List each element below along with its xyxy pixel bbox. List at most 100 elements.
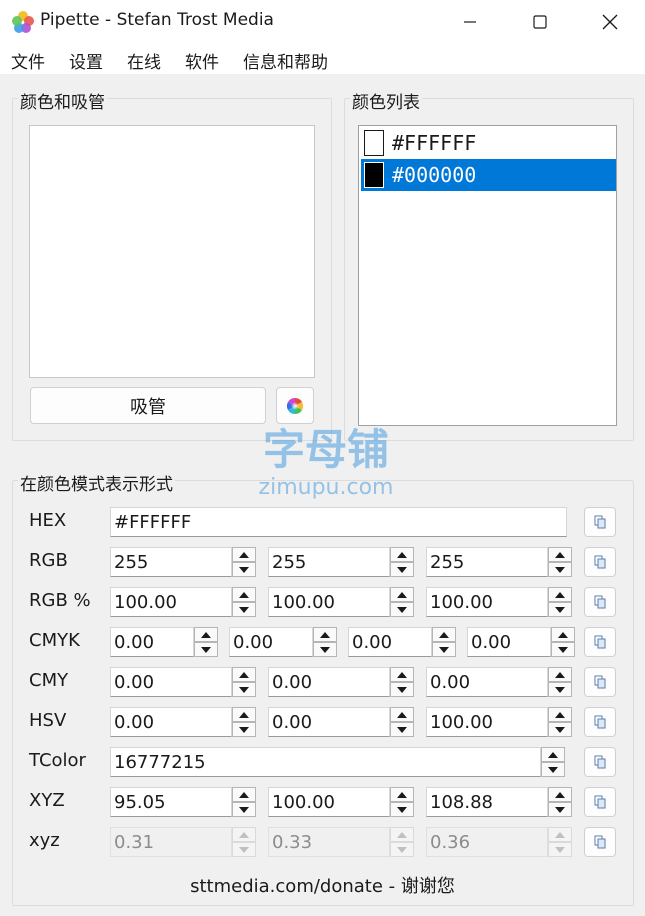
spin-down-button[interactable] — [548, 682, 572, 697]
spin-down-button[interactable] — [390, 682, 414, 697]
cmy-2-input[interactable]: 0.00 — [426, 667, 548, 697]
spin-up-button[interactable] — [541, 747, 565, 762]
hsv-0-input[interactable]: 0.00 — [110, 707, 232, 737]
color-list-item[interactable]: #FFFFFF — [361, 127, 616, 159]
spin-down-button[interactable] — [232, 722, 256, 737]
color-wheel-button[interactable] — [276, 387, 314, 424]
spin-down-button[interactable] — [432, 642, 456, 657]
tcolor-spinner[interactable] — [541, 747, 565, 777]
tcolor-input[interactable]: 16777215 — [110, 747, 541, 777]
cmyk-copy-button[interactable] — [584, 627, 616, 657]
cmy-0-input[interactable]: 0.00 — [110, 667, 232, 697]
spin-up-button[interactable] — [232, 587, 256, 602]
menu-info-help[interactable]: 信息和帮助 — [243, 48, 328, 73]
rgb-1-spinner[interactable] — [390, 547, 414, 577]
spin-down-button[interactable] — [390, 722, 414, 737]
spin-up-button[interactable] — [390, 667, 414, 682]
rgb-percent-2-input[interactable]: 100.00 — [426, 587, 548, 617]
spin-down-button[interactable] — [232, 562, 256, 577]
color-preview[interactable] — [29, 125, 315, 378]
xyz-1-spinner[interactable] — [390, 787, 414, 817]
spin-up-button[interactable] — [548, 667, 572, 682]
spin-down-button[interactable] — [232, 602, 256, 617]
spin-down-button[interactable] — [390, 602, 414, 617]
menu-software[interactable]: 软件 — [185, 48, 219, 73]
hsv-2-spinner[interactable] — [548, 707, 572, 737]
rgb-percent-1-input[interactable]: 100.00 — [268, 587, 390, 617]
cmyk-0-input[interactable]: 0.00 — [110, 627, 194, 657]
xyz-2-spinner[interactable] — [548, 787, 572, 817]
donate-link[interactable]: sttmedia.com/donate - 谢谢您 — [0, 872, 645, 898]
cmy-1-spinner[interactable] — [390, 667, 414, 697]
spin-up-button[interactable] — [551, 627, 575, 642]
rgb-2-input[interactable]: 255 — [426, 547, 548, 577]
cmyk-2-spinner[interactable] — [432, 627, 456, 657]
cmy-copy-button[interactable] — [584, 667, 616, 697]
rgb-0-input[interactable]: 255 — [110, 547, 232, 577]
spin-down-button[interactable] — [548, 722, 572, 737]
maximize-button[interactable] — [505, 0, 575, 44]
menu-online[interactable]: 在线 — [127, 48, 161, 73]
hsv-2-input[interactable]: 100.00 — [426, 707, 548, 737]
spin-down-button[interactable] — [232, 682, 256, 697]
rgb-percent-1-spinner[interactable] — [390, 587, 414, 617]
spin-down-button[interactable] — [541, 762, 565, 777]
xyz-normalized-copy-button[interactable] — [584, 827, 616, 857]
cmy-2-spinner[interactable] — [548, 667, 572, 697]
cmyk-1-input[interactable]: 0.00 — [229, 627, 313, 657]
rgb-copy-button[interactable] — [584, 547, 616, 577]
spin-down-button[interactable] — [551, 642, 575, 657]
xyz-0-spinner[interactable] — [232, 787, 256, 817]
spin-down-button[interactable] — [548, 602, 572, 617]
spin-up-button[interactable] — [548, 787, 572, 802]
spin-up-button[interactable] — [232, 707, 256, 722]
tcolor-copy-button[interactable] — [584, 747, 616, 777]
hsv-1-input[interactable]: 0.00 — [268, 707, 390, 737]
spin-up-button[interactable] — [432, 627, 456, 642]
xyz-copy-button[interactable] — [584, 787, 616, 817]
cmyk-3-spinner[interactable] — [551, 627, 575, 657]
rgb-2-spinner[interactable] — [548, 547, 572, 577]
spin-up-button[interactable] — [548, 547, 572, 562]
spin-down-button[interactable] — [194, 642, 218, 657]
xyz-2-input[interactable]: 108.88 — [426, 787, 548, 817]
spin-up-button[interactable] — [390, 547, 414, 562]
hsv-0-spinner[interactable] — [232, 707, 256, 737]
spin-down-button[interactable] — [548, 802, 572, 817]
rgb-percent-0-spinner[interactable] — [232, 587, 256, 617]
spin-up-button[interactable] — [232, 787, 256, 802]
color-list-item-selected[interactable]: #000000 — [361, 159, 616, 191]
spin-up-button[interactable] — [194, 627, 218, 642]
rgb-percent-0-input[interactable]: 100.00 — [110, 587, 232, 617]
rgb-0-spinner[interactable] — [232, 547, 256, 577]
spin-down-button[interactable] — [232, 802, 256, 817]
hsv-1-spinner[interactable] — [390, 707, 414, 737]
rgb-percent-2-spinner[interactable] — [548, 587, 572, 617]
hex-copy-button[interactable] — [584, 507, 616, 537]
spin-up-button[interactable] — [548, 707, 572, 722]
cmyk-3-input[interactable]: 0.00 — [467, 627, 551, 657]
spin-up-button[interactable] — [390, 587, 414, 602]
hsv-copy-button[interactable] — [584, 707, 616, 737]
cmyk-1-spinner[interactable] — [313, 627, 337, 657]
rgb-1-input[interactable]: 255 — [268, 547, 390, 577]
menu-file[interactable]: 文件 — [11, 48, 45, 73]
minimize-button[interactable] — [435, 0, 505, 44]
spin-up-button[interactable] — [390, 787, 414, 802]
cmyk-0-spinner[interactable] — [194, 627, 218, 657]
spin-up-button[interactable] — [548, 587, 572, 602]
spin-down-button[interactable] — [390, 562, 414, 577]
rgb-percent-copy-button[interactable] — [584, 587, 616, 617]
color-list[interactable]: #FFFFFF #000000 — [358, 125, 617, 426]
cmy-0-spinner[interactable] — [232, 667, 256, 697]
xyz-0-input[interactable]: 95.05 — [110, 787, 232, 817]
hex-input[interactable]: #FFFFFF — [110, 507, 567, 537]
xyz-1-input[interactable]: 100.00 — [268, 787, 390, 817]
menu-settings[interactable]: 设置 — [69, 48, 103, 73]
cmy-1-input[interactable]: 0.00 — [268, 667, 390, 697]
cmyk-2-input[interactable]: 0.00 — [348, 627, 432, 657]
spin-down-button[interactable] — [390, 802, 414, 817]
spin-down-button[interactable] — [313, 642, 337, 657]
spin-up-button[interactable] — [390, 707, 414, 722]
spin-up-button[interactable] — [313, 627, 337, 642]
